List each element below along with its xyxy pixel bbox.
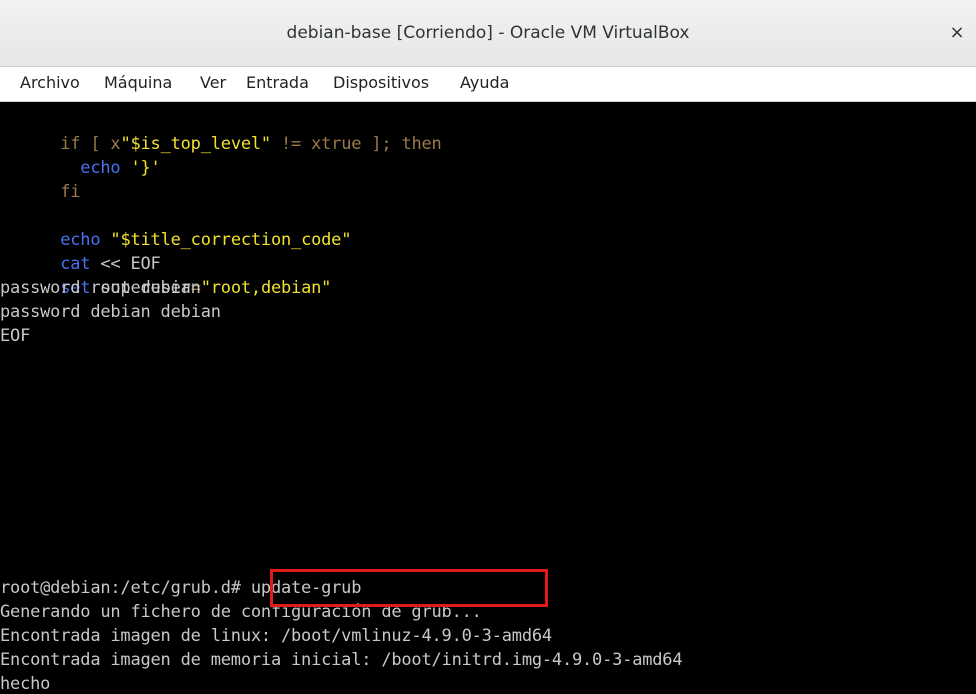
console-line: echo "$title_correction_code" [0, 204, 351, 250]
console-line: set superuser="root,debian" [0, 252, 331, 298]
menu-dispositivos[interactable]: Dispositivos [333, 73, 429, 92]
console-line: EOF [0, 326, 31, 346]
console-line: cat << EOF [0, 228, 161, 274]
menu-entrada[interactable]: Entrada [246, 73, 309, 92]
console-line: password root debian [0, 278, 201, 298]
shell-prompt-line: root@debian:/etc/grub.d# update-grub [0, 578, 362, 598]
code-string: "root,debian" [200, 278, 332, 298]
menu-maquina[interactable]: Máquina [104, 73, 172, 92]
virtualbox-window: debian-base [Corriendo] - Oracle VM Virt… [0, 0, 976, 694]
close-icon[interactable]: × [946, 22, 968, 44]
vm-console-screen[interactable]: if [ x"$is_top_level" != xtrue ]; then e… [0, 102, 976, 694]
title-bar[interactable]: debian-base [Corriendo] - Oracle VM Virt… [0, 0, 976, 67]
console-line: fi [0, 156, 80, 202]
window-title: debian-base [Corriendo] - Oracle VM Virt… [286, 23, 690, 43]
console-line: echo '}' [0, 132, 160, 178]
code-keyword: fi [60, 182, 81, 202]
console-output-line: Generando un fichero de configuración de… [0, 602, 482, 622]
code-string: '}' [130, 158, 161, 178]
console-line: if [ x"$is_top_level" != xtrue ]; then [0, 108, 442, 154]
console-output-line: hecho [0, 674, 51, 694]
menu-bar: Archivo Máquina Ver Entrada Dispositivos… [0, 67, 976, 102]
console-output-line: Encontrada imagen de linux: /boot/vmlinu… [0, 626, 552, 646]
menu-archivo[interactable]: Archivo [20, 73, 80, 92]
console-output-line: Encontrada imagen de memoria inicial: /b… [0, 650, 683, 670]
console-line: password debian debian [0, 302, 221, 322]
code-text: != xtrue ]; [270, 134, 402, 154]
code-keyword: then [401, 134, 442, 154]
menu-ayuda[interactable]: Ayuda [460, 73, 509, 92]
menu-ver[interactable]: Ver [200, 73, 226, 92]
